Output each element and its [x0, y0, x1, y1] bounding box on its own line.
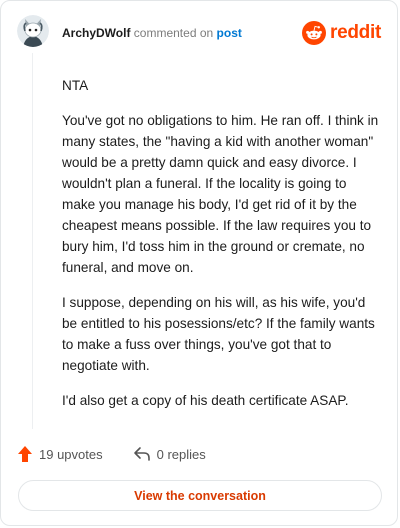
comment-footer: 19 upvotes 0 replies — [17, 445, 206, 463]
upvote-arrow-icon — [18, 446, 32, 462]
comment-paragraph: I suppose, depending on his will, as his… — [62, 295, 375, 373]
thread-line — [32, 53, 33, 429]
comment-paragraph: You've got no obligations to him. He ran… — [62, 113, 379, 275]
action-text: commented on — [133, 26, 214, 40]
reddit-snoo-logo-icon — [302, 21, 327, 45]
view-conversation-button[interactable]: View the conversation — [18, 480, 382, 511]
replies-button[interactable]: 0 replies — [133, 446, 206, 462]
comment-body: NTA You've got no obligations to him. He… — [62, 75, 380, 425]
upvote-button[interactable]: 19 upvotes — [17, 445, 103, 463]
comment-card: ArchyDWolf commented on post reddit NTA … — [0, 0, 398, 526]
comment-header: ArchyDWolf commented on post — [62, 26, 242, 40]
reddit-wordmark: reddit — [330, 22, 381, 43]
author-name[interactable]: ArchyDWolf — [62, 26, 130, 40]
snoo-avatar-icon — [17, 15, 49, 47]
reddit-logo[interactable]: reddit — [302, 21, 381, 45]
reply-count: 0 replies — [156, 446, 206, 462]
comment-paragraph: NTA — [62, 78, 89, 93]
upvote-count: 19 upvotes — [39, 446, 103, 462]
post-link[interactable]: post — [217, 26, 242, 40]
reply-arrow-icon — [133, 447, 150, 461]
user-avatar[interactable] — [17, 15, 49, 47]
comment-paragraph: I'd also get a copy of his death certifi… — [62, 393, 349, 408]
